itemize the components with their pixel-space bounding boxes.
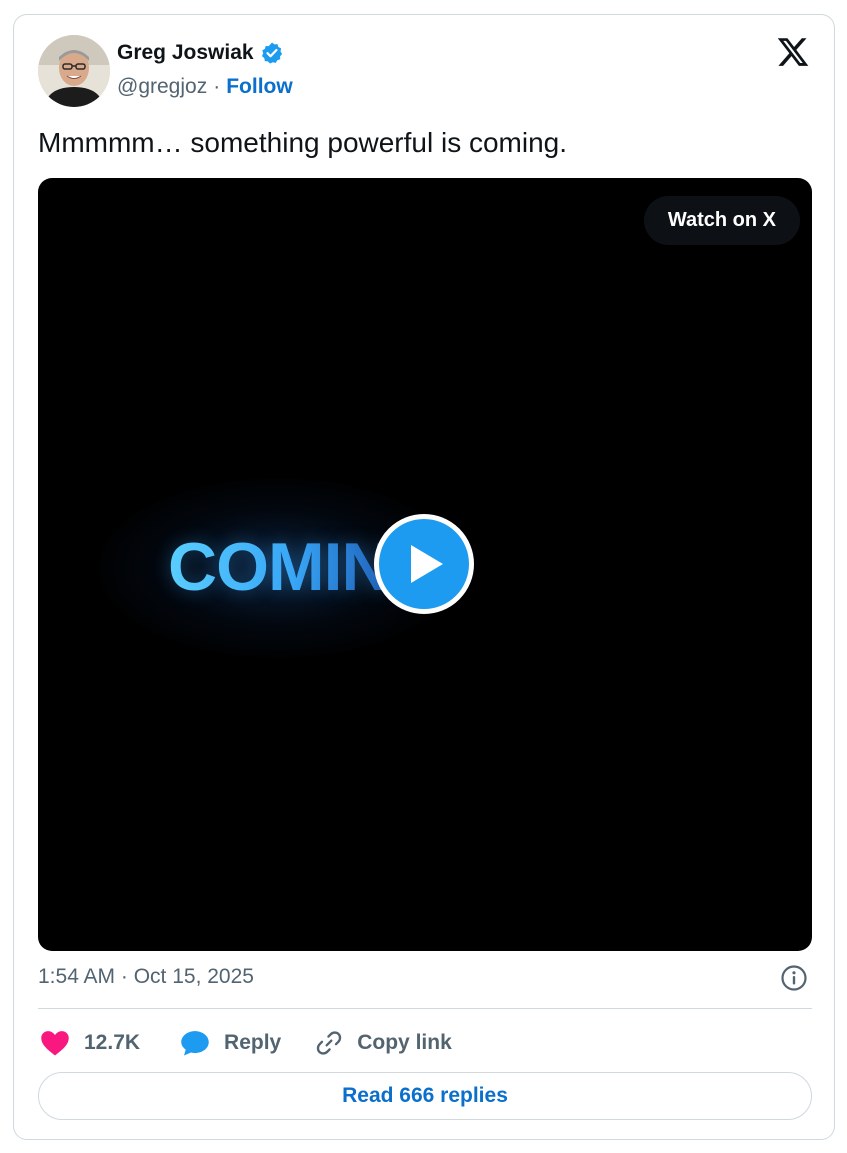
- heart-icon: [41, 1031, 69, 1056]
- speech-bubble-icon: [181, 1031, 209, 1056]
- play-icon: [411, 545, 443, 583]
- avatar[interactable]: [38, 35, 110, 107]
- read-replies-button[interactable]: Read 666 replies: [38, 1072, 812, 1120]
- author-name[interactable]: Greg Joswiak: [117, 41, 254, 65]
- like-count: 12.7K: [84, 1031, 141, 1054]
- divider: [38, 1008, 812, 1009]
- copy-link-label: Copy link: [357, 1031, 452, 1054]
- tweet-timestamp[interactable]: 1:54 AM · Oct 15, 2025: [38, 965, 254, 989]
- author-handle[interactable]: @gregjoz: [117, 75, 207, 99]
- play-button[interactable]: [374, 514, 474, 614]
- watch-on-x-button[interactable]: Watch on X: [643, 196, 800, 245]
- x-logo-icon[interactable]: [776, 35, 810, 69]
- author-name-row: Greg Joswiak: [117, 41, 284, 65]
- verified-badge-icon: [260, 41, 284, 65]
- like-button[interactable]: 12.7K: [40, 1029, 140, 1057]
- link-icon: [317, 1031, 342, 1055]
- action-bar: 12.7K Reply Copy link: [40, 1025, 452, 1061]
- reply-button[interactable]: Reply: [180, 1029, 281, 1057]
- info-icon[interactable]: [780, 964, 808, 992]
- separator-dot: ·: [213, 75, 221, 98]
- tweet-text: Mmmmm… something powerful is coming.: [38, 127, 568, 158]
- author-handle-row: @gregjoz · Follow: [117, 75, 293, 99]
- tweet-card: Greg Joswiak @gregjoz · Follow Mmmmm… so…: [13, 14, 835, 1140]
- video-player[interactable]: COMING Watch on X: [38, 178, 812, 951]
- profile-photo-icon: [38, 35, 110, 107]
- reply-label: Reply: [224, 1031, 282, 1054]
- copy-link-button[interactable]: Copy link: [315, 1029, 452, 1057]
- follow-button[interactable]: Follow: [226, 75, 293, 99]
